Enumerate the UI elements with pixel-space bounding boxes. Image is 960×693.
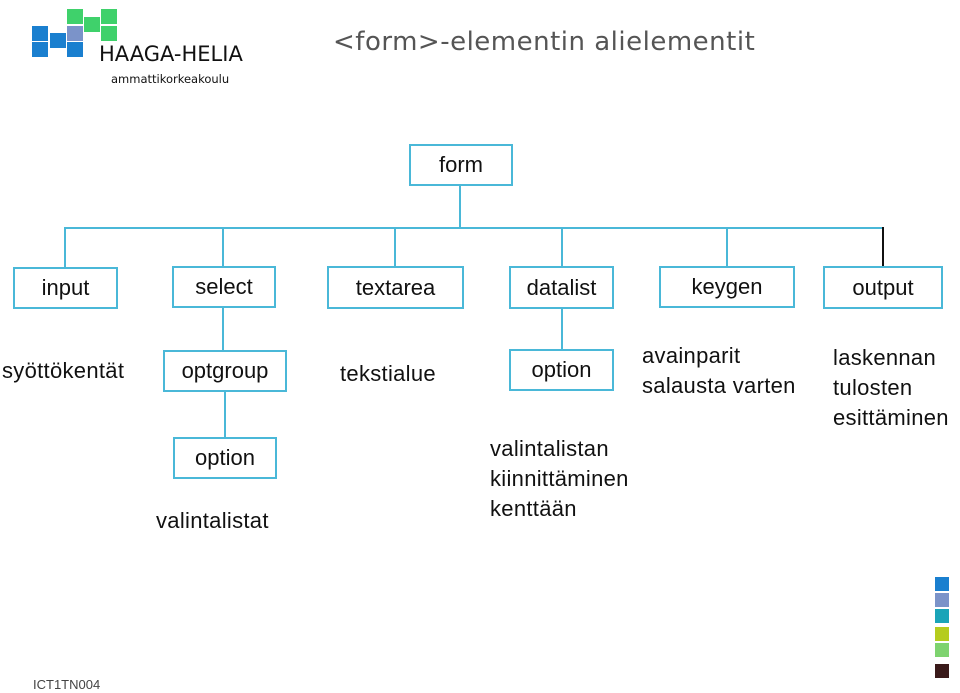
description-keygen: avainparit salausta varten (642, 341, 796, 401)
node-output: output (823, 266, 943, 309)
logo-subtitle: ammattikorkeakoulu (111, 72, 230, 86)
slide-title: <form>-elementin alielementit (333, 27, 756, 57)
palette-swatch (935, 609, 949, 623)
node-form: form (409, 144, 513, 186)
description-textarea: tekstialue (340, 361, 436, 386)
node-datalist-option: option (509, 349, 614, 391)
logo-square (101, 9, 117, 24)
description-line: kenttään (490, 496, 577, 521)
footer-code: ICT1TN004 (33, 677, 101, 692)
description-datalist: valintalistan kiinnittäminen kenttään (490, 434, 629, 524)
logo-square (84, 17, 100, 32)
node-datalist: datalist (509, 266, 614, 309)
description-line: valintalistan (490, 436, 609, 461)
connector-input (64, 227, 66, 267)
description-select: valintalistat (156, 508, 269, 533)
description-line: avainparit (642, 343, 741, 368)
connector-datalist-option (561, 308, 563, 350)
node-label: select (195, 274, 253, 299)
connector-keygen (726, 227, 728, 267)
logo-square (32, 42, 48, 57)
logo-square (67, 26, 83, 41)
node-label: option (195, 445, 255, 470)
node-keygen: keygen (659, 266, 795, 308)
connector-select (222, 227, 224, 267)
node-label: input (41, 275, 90, 300)
logo-square (50, 33, 66, 48)
logo-square (67, 42, 83, 57)
connector-optgroup-option (224, 391, 226, 438)
node-optgroup: optgroup (163, 350, 287, 392)
node-label: datalist (526, 274, 597, 300)
node-select: select (172, 266, 276, 308)
description-line: salausta varten (642, 373, 796, 398)
node-textarea: textarea (327, 266, 464, 309)
description-output: laskennan tulosten esittäminen (833, 343, 949, 433)
logo-square (101, 26, 117, 41)
node-label: option (531, 357, 592, 382)
logo-square (67, 9, 83, 24)
node-label: form (439, 152, 483, 177)
node-label: keygen (691, 274, 763, 299)
description-line: tulosten (833, 375, 913, 400)
connector-select-optgroup (222, 307, 224, 351)
node-select-option: option (173, 437, 277, 479)
palette-swatch (935, 577, 949, 591)
logo-name: HAAGA-HELIA (99, 42, 243, 66)
node-label: optgroup (181, 358, 269, 383)
connector-root (459, 185, 461, 229)
description-line: kiinnittäminen (490, 466, 629, 491)
connector-bar (64, 227, 884, 229)
connector-textarea (394, 227, 396, 267)
node-label: output (852, 274, 914, 300)
node-label: textarea (355, 274, 436, 300)
logo-square (32, 26, 48, 41)
connector-datalist (561, 227, 563, 267)
node-input: input (13, 267, 118, 309)
palette-swatch (935, 664, 949, 678)
description-line: esittäminen (833, 405, 949, 430)
palette-swatch (935, 627, 949, 641)
palette-swatch (935, 643, 949, 657)
connector-output (882, 227, 884, 267)
palette-swatch (935, 593, 949, 607)
description-line: laskennan (833, 345, 936, 370)
description-input: syöttökentät (2, 358, 125, 383)
